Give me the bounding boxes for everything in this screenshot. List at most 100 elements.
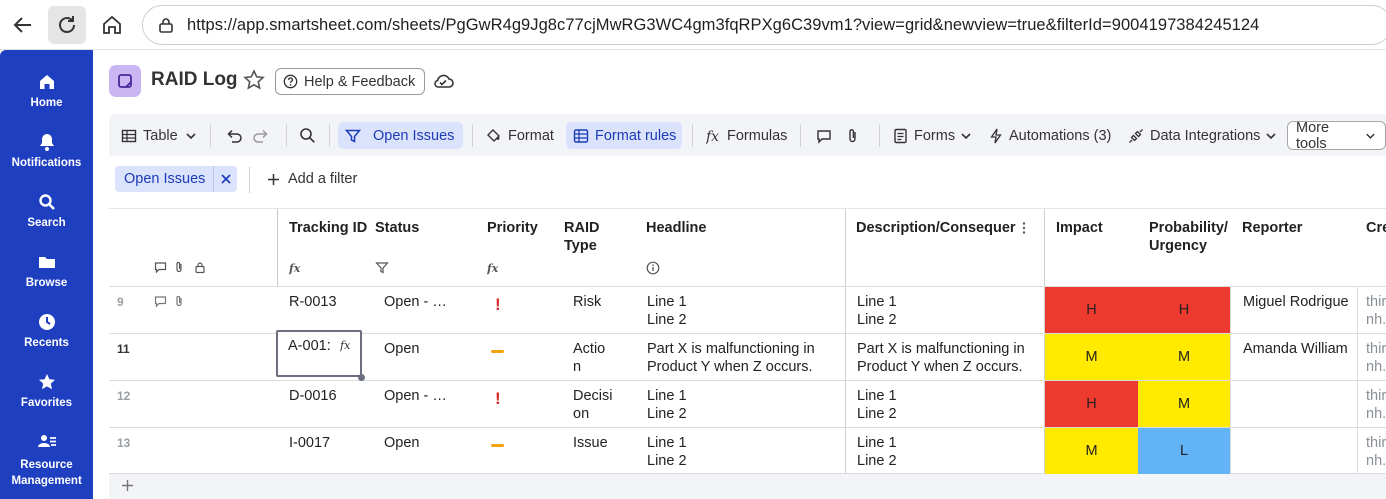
- column-header-status[interactable]: Status: [375, 209, 475, 286]
- cell-reporter[interactable]: [1243, 428, 1353, 474]
- format-button[interactable]: Format: [485, 122, 554, 149]
- cloud-saved-icon[interactable]: [432, 71, 454, 96]
- cell-description[interactable]: Line 1 Line 2: [857, 428, 1042, 474]
- nav-notifications[interactable]: Notifications: [0, 132, 93, 169]
- comment-icon[interactable]: [154, 295, 167, 308]
- cell-reporter[interactable]: Amanda William: [1243, 334, 1353, 380]
- cell-probability[interactable]: L: [1138, 428, 1230, 474]
- redo-button[interactable]: [252, 122, 276, 149]
- cell-impact[interactable]: M: [1045, 428, 1138, 474]
- more-tools-dropdown[interactable]: More tools: [1287, 120, 1386, 152]
- paperclip-icon: [176, 261, 182, 273]
- automations-button[interactable]: Automations (3): [989, 122, 1111, 149]
- undo-button[interactable]: [225, 122, 249, 149]
- table-view-dropdown[interactable]: Table: [121, 122, 198, 149]
- cell-impact[interactable]: M: [1045, 334, 1138, 380]
- data-integrations-dropdown[interactable]: Data Integrations: [1128, 122, 1278, 149]
- column-header-priority[interactable]: Priority fx: [487, 209, 557, 286]
- cell-description[interactable]: Line 1 Line 2: [857, 381, 1042, 427]
- column-header-reporter[interactable]: Reporter: [1242, 209, 1352, 286]
- nav-resource-management[interactable]: Resource Management: [0, 432, 93, 489]
- cell-status[interactable]: Open: [384, 334, 474, 380]
- nav-favorites[interactable]: Favorites: [0, 372, 93, 409]
- table-row[interactable]: 13 I-0017 Open Issue Line 1 Line 2 Line 1…: [109, 427, 1386, 474]
- favorite-star-icon[interactable]: [243, 69, 265, 96]
- sheet-title[interactable]: RAID Log: [151, 69, 238, 91]
- nav-home[interactable]: Home: [0, 72, 93, 109]
- column-menu-icon[interactable]: [1021, 221, 1027, 240]
- info-icon: [646, 261, 660, 275]
- table-rules-icon: [573, 128, 589, 143]
- cell-reporter[interactable]: Miguel Rodrigue: [1243, 287, 1353, 333]
- comments-button[interactable]: [816, 122, 838, 149]
- search-sheet-button[interactable]: [299, 122, 322, 149]
- priority-medium-icon[interactable]: [491, 350, 504, 353]
- cell-status[interactable]: Open - …: [384, 381, 474, 427]
- column-header-headline[interactable]: Headline: [646, 209, 836, 286]
- reload-button[interactable]: [48, 6, 86, 44]
- table-row[interactable]: 12 D-0016 Open - … ! Decisi on Line 1 Lin…: [109, 380, 1386, 427]
- column-header-tracking-id[interactable]: Tracking ID fx: [289, 209, 369, 286]
- cell-created[interactable]: thir nh.: [1366, 381, 1386, 427]
- attachments-button[interactable]: [846, 122, 866, 149]
- format-rules-button[interactable]: Format rules: [566, 122, 682, 149]
- cell-headline[interactable]: Line 1 Line 2: [647, 287, 842, 333]
- cell-probability[interactable]: M: [1138, 334, 1230, 380]
- selected-cell-tracking-id[interactable]: A-001: fx: [276, 330, 362, 377]
- address-bar[interactable]: https://app.smartsheet.com/sheets/PgGwR4…: [142, 5, 1386, 45]
- column-header-description[interactable]: Description/Consequer: [856, 209, 1036, 286]
- nav-recents[interactable]: Recents: [0, 312, 93, 349]
- cell-created[interactable]: thir nh.: [1366, 334, 1386, 380]
- cell-description[interactable]: Line 1 Line 2: [857, 287, 1042, 333]
- cell-tracking-id[interactable]: R-0013: [289, 287, 369, 333]
- cell-tracking-id[interactable]: D-0016: [289, 381, 369, 427]
- priority-high-icon[interactable]: !: [495, 389, 501, 409]
- cell-reporter[interactable]: [1243, 381, 1353, 427]
- cell-headline[interactable]: Line 1 Line 2: [647, 381, 842, 427]
- cell-raid-type[interactable]: Issue: [573, 428, 628, 474]
- cell-status[interactable]: Open: [384, 428, 474, 474]
- column-header-probability[interactable]: Probability/ Urgency: [1149, 209, 1237, 286]
- description-line: Line 1: [857, 435, 897, 451]
- cell-headline[interactable]: Part X is malfunctioning in Product Y whe…: [647, 334, 842, 380]
- row-number: 12: [117, 389, 131, 403]
- add-filter-button[interactable]: Add a filter: [267, 171, 357, 187]
- column-header-impact[interactable]: Impact: [1056, 209, 1136, 286]
- cell-description[interactable]: Part X is malfunctioning in Product Y whe…: [857, 334, 1042, 380]
- priority-high-icon[interactable]: !: [495, 295, 501, 315]
- active-filter-chip[interactable]: Open Issues: [115, 166, 238, 192]
- cell-raid-type[interactable]: Decisi on: [573, 381, 613, 427]
- add-row-plus-icon[interactable]: [121, 479, 134, 492]
- cell-impact[interactable]: H: [1045, 381, 1138, 427]
- cell-headline[interactable]: Line 1 Line 2: [647, 428, 842, 474]
- priority-medium-icon[interactable]: [491, 444, 504, 447]
- remove-filter-button[interactable]: [213, 166, 237, 192]
- fill-handle[interactable]: [358, 374, 365, 381]
- cell-impact[interactable]: H: [1045, 287, 1138, 333]
- column-header-raid-type[interactable]: RAID Type: [564, 209, 619, 286]
- formulas-button[interactable]: fx Formulas: [706, 122, 787, 149]
- site-info-icon[interactable]: [155, 14, 177, 36]
- cell-probability[interactable]: H: [1138, 287, 1230, 333]
- back-button[interactable]: [4, 6, 42, 44]
- cell-created[interactable]: thir nh.: [1366, 428, 1386, 474]
- cell-raid-type[interactable]: Actio n: [573, 334, 613, 380]
- column-header-created[interactable]: Cre: [1366, 209, 1386, 286]
- headline-line: Line 1: [647, 294, 687, 310]
- nav-browse[interactable]: Browse: [0, 252, 93, 289]
- paperclip-icon[interactable]: [174, 295, 185, 308]
- cell-raid-type[interactable]: Risk: [573, 287, 628, 333]
- chevron-down-icon: [1366, 133, 1375, 139]
- column-title: Priority: [487, 220, 538, 236]
- forms-dropdown[interactable]: Forms: [893, 122, 973, 149]
- url-text[interactable]: https://app.smartsheet.com/sheets/PgGwR4…: [187, 16, 1259, 35]
- cell-tracking-id[interactable]: I-0017: [289, 428, 369, 474]
- table-row[interactable]: 9 R-0013 Open - … ! Risk Line 1 Line 2 Li…: [109, 286, 1386, 333]
- nav-search[interactable]: Search: [0, 192, 93, 229]
- cell-status[interactable]: Open - …: [384, 287, 474, 333]
- filter-button[interactable]: Open Issues: [338, 122, 463, 149]
- home-button[interactable]: [93, 6, 131, 44]
- cell-created[interactable]: thir nh.: [1366, 287, 1386, 333]
- cell-probability[interactable]: M: [1138, 381, 1230, 427]
- help-feedback-button[interactable]: Help & Feedback: [275, 68, 426, 95]
